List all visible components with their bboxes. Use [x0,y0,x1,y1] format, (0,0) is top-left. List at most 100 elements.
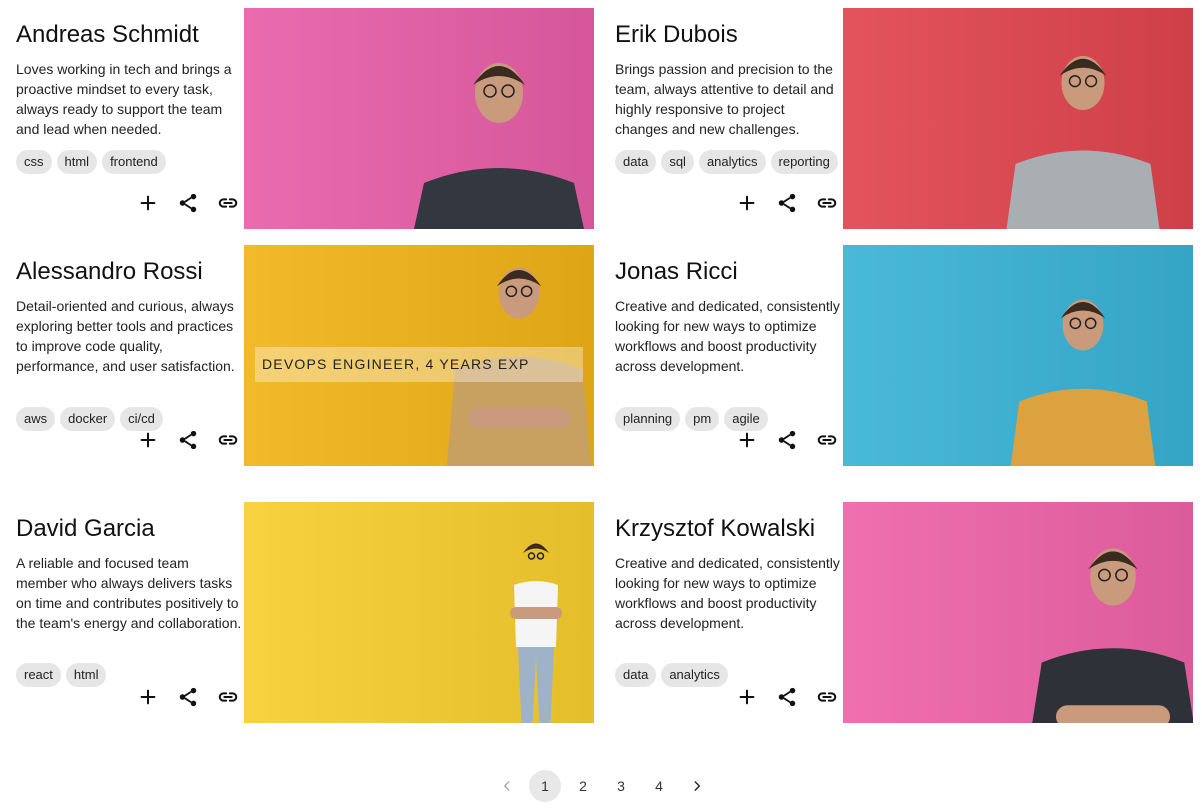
plus-icon [140,195,156,211]
tag-chip[interactable]: planning [615,407,681,431]
tag-chip[interactable]: react [16,663,61,687]
page-button-4[interactable]: 4 [643,770,675,802]
link-icon [218,198,238,208]
profile-text: Krzysztof Kowalski Creative and dedicate… [615,502,841,743]
add-button[interactable] [735,428,759,452]
share-button[interactable] [775,685,799,709]
plus-icon [739,195,755,211]
tag-chip[interactable]: css [16,150,52,174]
profile-card: Alessandro Rossi Detail-oriented and cur… [0,245,594,486]
page-button-2[interactable]: 2 [567,770,599,802]
tag-chip[interactable]: sql [661,150,694,174]
profile-description: Loves working in tech and brings a proac… [16,61,232,137]
add-button[interactable] [136,685,160,709]
tag-chip[interactable]: frontend [102,150,166,174]
profile-photo [244,502,594,723]
link-icon [218,692,238,702]
profile-name: Andreas Schmidt [16,21,199,48]
plus-icon [140,689,156,705]
plus-icon [739,689,755,705]
profile-card: David Garcia A reliable and focused team… [0,502,594,743]
profile-description: Creative and dedicated, consistently loo… [615,298,840,374]
profile-description: Creative and dedicated, consistently loo… [615,555,840,631]
share-icon [778,687,796,707]
tag-chip[interactable]: reporting [770,150,838,174]
profile-photo: DEVOPS ENGINEER, 4 YEARS EXP [244,245,594,466]
share-button[interactable] [176,191,200,215]
share-icon [778,193,796,213]
share-icon [179,193,197,213]
tag-chip[interactable]: html [56,150,98,174]
portrait-image [244,8,594,229]
profile-card: Erik Dubois Brings passion and precision… [599,8,1193,249]
profile-name: Jonas Ricci [615,258,738,285]
profile-description: Detail-oriented and curious, always expl… [16,298,235,374]
share-icon [179,430,197,450]
tag-chip[interactable]: html [65,663,107,687]
portrait-image [244,502,594,723]
plus-icon [739,432,755,448]
profile-photo [843,245,1193,466]
plus-icon [140,432,156,448]
profile-name: Alessandro Rossi [16,258,203,285]
link-icon [817,435,837,445]
share-button[interactable] [176,428,200,452]
role-overlay-label: DEVOPS ENGINEER, 4 YEARS EXP [255,347,583,382]
profile-photo [244,8,594,229]
share-button[interactable] [176,685,200,709]
chevron-left-icon [503,781,510,791]
tag-list: data analytics [615,663,728,687]
tag-chip[interactable]: docker [60,407,116,431]
profile-text: Andreas Schmidt Loves working in tech an… [16,8,242,249]
link-icon [218,435,238,445]
copy-link-button[interactable] [216,428,240,452]
chevron-right-icon [694,781,701,791]
next-page-button[interactable] [681,770,713,802]
add-button[interactable] [735,191,759,215]
tag-chip[interactable]: data [615,150,657,174]
share-icon [179,687,197,707]
page-button-3[interactable]: 3 [605,770,637,802]
add-button[interactable] [735,685,759,709]
card-actions [136,428,240,452]
copy-link-button[interactable] [216,191,240,215]
card-actions [735,191,839,215]
tag-chip[interactable]: pm [685,407,720,431]
add-button[interactable] [136,428,160,452]
share-button[interactable] [775,191,799,215]
share-button[interactable] [775,428,799,452]
profile-text: Erik Dubois Brings passion and precision… [615,8,841,249]
tag-chip[interactable]: analytics [698,150,766,174]
copy-link-button[interactable] [815,685,839,709]
profile-photo [843,502,1193,723]
link-icon [817,692,837,702]
profile-card: Jonas Ricci Creative and dedicated, cons… [599,245,1193,486]
tag-chip[interactable]: aws [16,407,56,431]
copy-link-button[interactable] [216,685,240,709]
tag-list: css html frontend [16,150,166,174]
copy-link-button[interactable] [815,191,839,215]
prev-page-button[interactable] [491,770,523,802]
tag-chip[interactable]: data [615,663,657,687]
page-button-1[interactable]: 1 [529,770,561,802]
link-icon [817,198,837,208]
pagination: 1 2 3 4 [0,770,1202,802]
profile-photo [843,8,1193,229]
portrait-image [843,8,1193,229]
profile-name: Erik Dubois [615,21,738,48]
share-icon [778,430,796,450]
profile-card: Andreas Schmidt Loves working in tech an… [0,8,594,249]
portrait-image [843,502,1193,723]
profile-text: Jonas Ricci Creative and dedicated, cons… [615,245,841,486]
profile-description: Brings passion and precision to the team… [615,61,834,137]
add-button[interactable] [136,191,160,215]
profile-name: Krzysztof Kowalski [615,515,816,542]
card-actions [735,428,839,452]
copy-link-button[interactable] [815,428,839,452]
profile-text: Alessandro Rossi Detail-oriented and cur… [16,245,242,486]
card-actions [136,685,240,709]
profile-description: A reliable and focused team member who a… [16,555,242,631]
tag-chip[interactable]: analytics [661,663,728,687]
tag-list: data sql analytics reporting [615,150,838,174]
profile-name: David Garcia [16,515,155,542]
